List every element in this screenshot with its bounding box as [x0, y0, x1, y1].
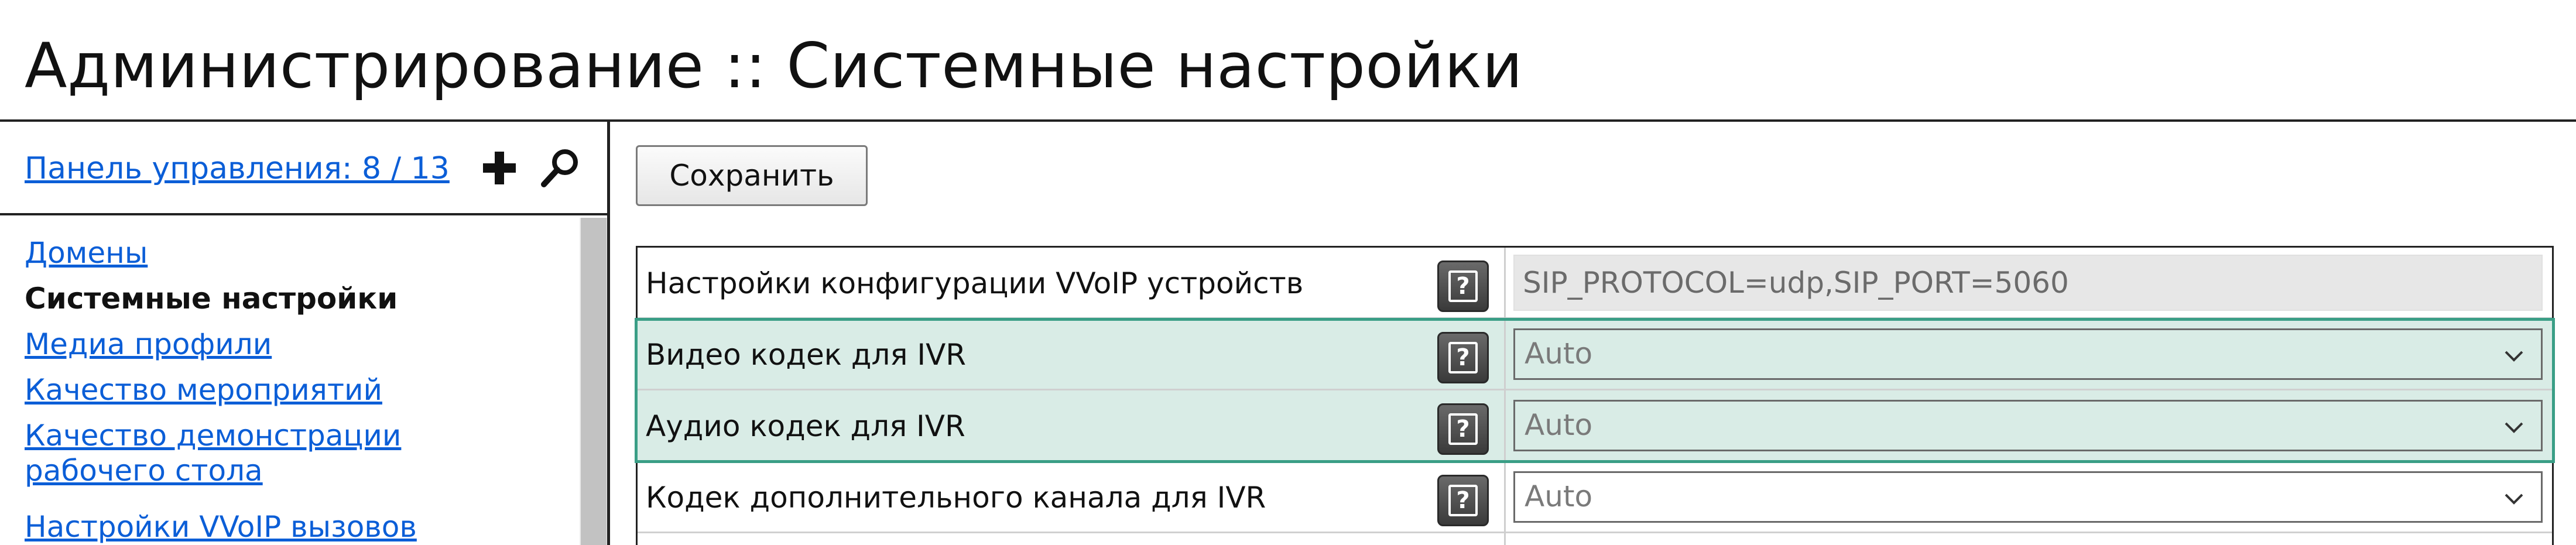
column-divider: [1504, 462, 1506, 533]
sidebar-item-desktop-sharing-quality[interactable]: Качество демонстрации рабочего стола: [25, 418, 540, 488]
sidebar-item-domains[interactable]: Домены: [25, 235, 540, 270]
help-icon[interactable]: ?: [1437, 403, 1489, 455]
chevron-down-icon: [2505, 351, 2523, 362]
settings-table: Настройки конфигурации VVoIP устройств ?…: [636, 246, 2554, 545]
setting-label: Аудио кодек для IVR: [646, 409, 965, 443]
help-icon[interactable]: ?: [1437, 332, 1489, 383]
sidebar-nav: Домены Системные настройки Медиа профили…: [0, 218, 580, 545]
select-value: Auto: [1525, 337, 1593, 371]
page: Администрирование :: Системные настройки…: [0, 0, 2576, 545]
control-panel-link[interactable]: Панель управления: 8 / 13: [25, 151, 450, 186]
help-icon[interactable]: ?: [1437, 260, 1489, 312]
page-title: Администрирование :: Системные настройки: [25, 30, 1523, 102]
ivr-audio-codec-select[interactable]: Auto: [1513, 400, 2543, 451]
settings-row-partial: [638, 533, 2552, 545]
sidebar-item-media-profiles[interactable]: Медиа профили: [25, 327, 540, 362]
settings-row-ivr-video-codec: Видео кодек для IVR ? Auto: [638, 319, 2552, 390]
select-value: Auto: [1525, 408, 1593, 442]
ivr-video-codec-select[interactable]: Auto: [1513, 328, 2543, 380]
column-divider: [1504, 248, 1506, 319]
settings-row-ivr-extra-channel-codec: Кодек дополнительного канала для IVR ? A…: [638, 462, 2552, 533]
search-icon[interactable]: [536, 144, 584, 192]
plus-icon[interactable]: [475, 144, 523, 192]
ivr-extra-channel-codec-select[interactable]: Auto: [1513, 471, 2543, 523]
settings-row-vvoip-config: Настройки конфигурации VVoIP устройств ?…: [638, 248, 2552, 319]
sidebar-header: Панель управления: 8 / 13: [0, 122, 607, 215]
column-divider: [1504, 319, 1506, 390]
sidebar-item-vvoip-call-settings[interactable]: Настройки VVoIP вызовов: [25, 509, 540, 544]
vvoip-config-field[interactable]: SIP_PROTOCOL=udp,SIP_PORT=5060: [1513, 255, 2543, 311]
help-icon[interactable]: ?: [1437, 475, 1489, 526]
column-divider: [1504, 390, 1506, 462]
chevron-down-icon: [2505, 422, 2523, 433]
setting-label: Кодек дополнительного канала для IVR: [646, 481, 1266, 515]
sidebar-item-system-settings[interactable]: Системные настройки: [25, 281, 540, 316]
sidebar-scrollbar-thumb[interactable]: [581, 218, 607, 545]
column-divider: [1504, 533, 1506, 545]
sidebar-item-event-quality[interactable]: Качество мероприятий: [25, 372, 540, 407]
settings-row-ivr-audio-codec: Аудио кодек для IVR ? Auto: [638, 390, 2552, 462]
save-button[interactable]: Сохранить: [636, 145, 868, 206]
select-value: Auto: [1525, 479, 1593, 513]
setting-label: Видео кодек для IVR: [646, 338, 967, 372]
setting-label: Настройки конфигурации VVoIP устройств: [646, 266, 1304, 300]
chevron-down-icon: [2505, 493, 2523, 505]
sidebar: Панель управления: 8 / 13 Домены Системн…: [0, 122, 610, 545]
